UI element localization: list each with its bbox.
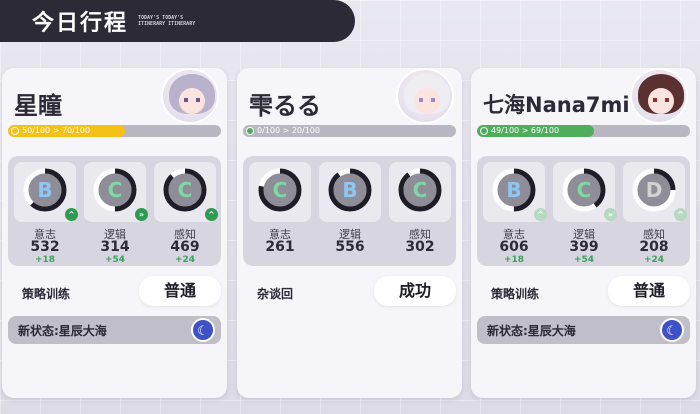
stat-grade-box: C (249, 162, 311, 222)
stat-delta: +18 (503, 255, 525, 265)
progress-dot-icon (11, 127, 19, 135)
stat-grade-box: C (389, 162, 451, 222)
progress-dot-icon (246, 127, 254, 135)
stat-up-arrow-icon: ^ (205, 208, 218, 221)
progress-bar: 49/100 > 69/100 (477, 125, 690, 137)
stat-grade-box: C » (84, 162, 148, 222)
character-name: 雫るる (249, 92, 321, 120)
moon-wave-icon[interactable]: ☾ (660, 318, 684, 342)
status-text: 新状态:星辰大海 (487, 324, 576, 338)
stat-value: 399 (569, 239, 599, 255)
stat-delta: +18 (34, 255, 56, 265)
stat-up-arrow-icon: » (135, 208, 148, 221)
progress-text: 49/100 > 69/100 (491, 126, 560, 135)
stat-delta: +24 (643, 255, 665, 265)
stat-grade: C (412, 178, 428, 202)
action-result-button[interactable]: 普通 (608, 276, 690, 306)
stat-0: C 意志 261 (249, 162, 311, 262)
stat-1: C » 逻辑 314 +54 (84, 162, 148, 265)
action-row: 杂谈回 成功 (243, 276, 456, 310)
character-name: 星瞳 (14, 92, 62, 120)
stat-value: 208 (639, 239, 669, 255)
stat-value: 606 (499, 239, 529, 255)
action-row: 策略训练 普通 (477, 276, 690, 310)
stat-grade-box: B ^ (483, 162, 547, 222)
page-header: 今日行程 TODAY'S TODAY'S ITINERARY ITINERARY (0, 0, 355, 42)
stat-value: 532 (30, 239, 60, 255)
progress-bar: 50/100 > 70/100 (8, 125, 221, 137)
action-label: 策略训练 (22, 287, 71, 301)
stat-value: 556 (335, 239, 365, 255)
stat-grade-box: C ^ (154, 162, 218, 222)
character-card[interactable]: 七海Nana7mi 49/100 > 69/100 B ^ 意志 606 +18 (471, 68, 696, 398)
stat-grade: C (272, 178, 288, 202)
stat-grade: D (645, 178, 663, 202)
stat-0: B ^ 意志 606 +18 (483, 162, 547, 265)
stat-grade-box: C » (553, 162, 617, 222)
status-banner: 新状态:星辰大海 ☾ (477, 316, 690, 344)
stat-up-arrow-icon: ^ (65, 208, 78, 221)
status-banner: 新状态:星辰大海 ☾ (8, 316, 221, 344)
stat-grade: B (37, 178, 53, 202)
stat-value: 302 (405, 239, 435, 255)
stat-grade: C (576, 178, 592, 202)
page-subtitle: TODAY'S TODAY'S ITINERARY ITINERARY (138, 15, 196, 27)
stat-2: C 感知 302 (389, 162, 451, 262)
progress-bar: 0/100 > 20/100 (243, 125, 456, 137)
character-avatar (396, 68, 454, 124)
stat-2: C ^ 感知 469 +24 (154, 162, 218, 265)
stat-up-arrow-icon: ^ (534, 208, 547, 221)
stat-delta: +24 (174, 255, 196, 265)
status-text: 新状态:星辰大海 (18, 324, 107, 338)
stat-grade-box: B (319, 162, 381, 222)
action-label: 杂谈回 (257, 287, 294, 301)
stat-delta: +54 (104, 255, 126, 265)
action-result-button[interactable]: 成功 (374, 276, 456, 306)
stat-2: D ^ 感知 208 +24 (623, 162, 687, 265)
character-name: 七海Nana7mi (483, 93, 630, 117)
progress-text: 0/100 > 20/100 (257, 126, 320, 135)
stat-up-arrow-icon: ^ (674, 208, 687, 221)
progress-text: 50/100 > 70/100 (22, 126, 91, 135)
action-result-button[interactable]: 普通 (139, 276, 221, 306)
stats-panel: C 意志 261 B 逻辑 556 C 感知 302 (243, 156, 456, 266)
stat-grade: C (107, 178, 123, 202)
character-avatar (630, 68, 688, 124)
page-title: 今日行程 (32, 11, 129, 36)
progress-dot-icon (480, 127, 488, 135)
stat-grade: B (342, 178, 358, 202)
action-row: 策略训练 普通 (8, 276, 221, 310)
stat-0: B ^ 意志 532 +18 (14, 162, 78, 265)
character-card[interactable]: 雫るる 0/100 > 20/100 C 意志 261 B 逻辑 556 C 感… (237, 68, 462, 398)
moon-wave-icon[interactable]: ☾ (191, 318, 215, 342)
stat-value: 314 (100, 239, 130, 255)
stats-panel: B ^ 意志 606 +18 C » 逻辑 399 +54 D ^ 感知 208… (477, 156, 690, 266)
stat-value: 469 (170, 239, 200, 255)
stat-1: B 逻辑 556 (319, 162, 381, 262)
character-avatar (161, 68, 219, 124)
stat-up-arrow-icon: » (604, 208, 617, 221)
character-card[interactable]: 星瞳 50/100 > 70/100 B ^ 意志 532 +18 C » 逻辑… (2, 68, 227, 398)
stats-panel: B ^ 意志 532 +18 C » 逻辑 314 +54 C ^ 感知 469… (8, 156, 221, 266)
stat-grade: C (177, 178, 193, 202)
stat-1: C » 逻辑 399 +54 (553, 162, 617, 265)
stat-grade-box: B ^ (14, 162, 78, 222)
stat-delta: +54 (573, 255, 595, 265)
stat-value: 261 (265, 239, 295, 255)
action-label: 策略训练 (491, 287, 540, 301)
stat-grade: B (506, 178, 522, 202)
stat-grade-box: D ^ (623, 162, 687, 222)
